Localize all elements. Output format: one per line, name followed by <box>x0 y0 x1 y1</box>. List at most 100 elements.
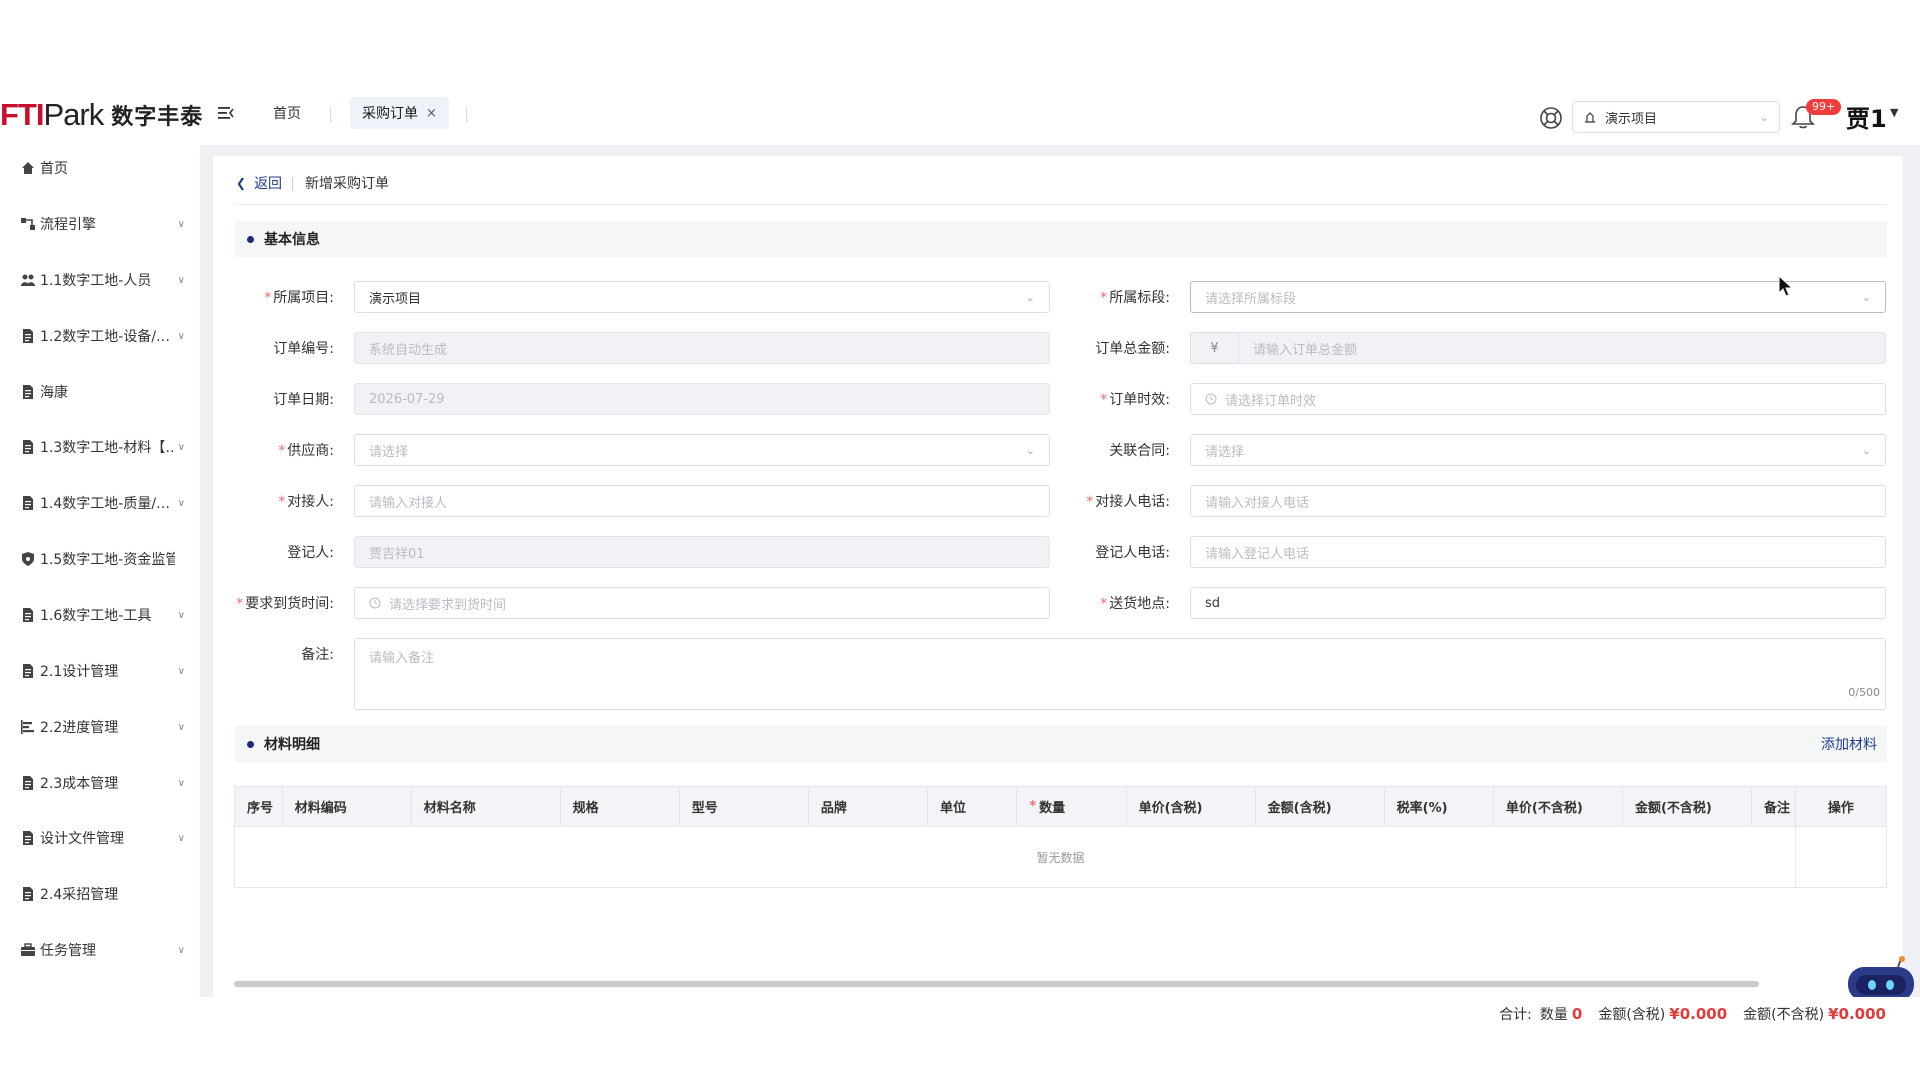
caret-down-icon[interactable]: ▼ <box>1890 106 1898 119</box>
sidebar-item-label: 1.3数字工地-材料【… <box>40 440 175 456</box>
section-title: 基本信息 <box>264 232 320 248</box>
sidebar-item[interactable]: 2.4采招管理 <box>20 882 185 906</box>
table-column-header: 税率(%) <box>1385 787 1494 826</box>
sidebar-item-label: 1.2数字工地-设备/… <box>40 329 171 345</box>
document-icon <box>23 608 33 622</box>
operation-column <box>1795 827 1886 887</box>
table-body: 暂无数据 <box>235 827 1886 887</box>
supplier-select[interactable]: 请选择 ⌄ <box>354 434 1050 466</box>
sidebar-item[interactable]: 流程引擎 ∨ <box>20 212 185 236</box>
contact-phone-input[interactable]: 请输入对接人电话 <box>1190 485 1886 517</box>
order-date-value: 2026-07-29 <box>369 391 445 407</box>
chevron-down-icon: ∨ <box>177 274 185 286</box>
home-icon <box>22 162 34 174</box>
people-icon <box>21 274 35 286</box>
tab-divider <box>466 106 467 122</box>
sidebar-item-label: 1.6数字工地-工具 <box>40 608 152 624</box>
validity-label: * 订单时效: <box>1100 392 1170 408</box>
tab-purchase-order[interactable]: 采购订单 × <box>350 97 449 129</box>
table-column-header: 品牌 <box>809 787 928 826</box>
sidebar-item[interactable]: 1.1数字工地-人员 ∨ <box>20 268 185 292</box>
order-no-field: 系统自动生成 <box>354 332 1050 364</box>
sidebar-item[interactable]: 1.4数字工地-质量/… ∨ <box>20 491 185 515</box>
contact-input[interactable]: 请输入对接人 <box>354 485 1050 517</box>
arrival-time-picker[interactable]: 请选择要求到货时间 <box>354 587 1050 619</box>
registrar-phone-label: 登记人电话: <box>1095 545 1170 561</box>
table-column-header: 单位 <box>928 787 1018 826</box>
table-scrollbar[interactable] <box>234 981 1759 987</box>
project-select-value: 演示项目 <box>1605 111 1658 127</box>
clock-icon <box>1205 393 1217 405</box>
column-label: 数量 <box>1039 801 1066 816</box>
total-amount-field[interactable]: 请输入订单总金额 <box>1238 332 1886 364</box>
column-label: 序号 <box>247 801 274 816</box>
project-field-value: 演示项目 <box>369 291 422 307</box>
supplier-placeholder: 请选择 <box>369 444 409 460</box>
close-icon[interactable]: × <box>426 106 437 121</box>
column-label: 税率(%) <box>1396 801 1448 816</box>
contact-phone-placeholder: 请输入对接人电话 <box>1205 495 1310 511</box>
chevron-left-icon: ❮ <box>236 176 247 190</box>
workflow-icon <box>21 218 35 230</box>
project-icon <box>1585 112 1595 123</box>
document-icon <box>23 496 33 510</box>
help-icon[interactable] <box>1539 106 1563 130</box>
document-icon <box>23 887 33 901</box>
add-material-button[interactable]: 添加材料 <box>1821 734 1877 754</box>
registrar-phone-placeholder: 请输入登记人电话 <box>1205 546 1310 562</box>
document-icon <box>23 776 33 790</box>
user-name[interactable]: 贾1 <box>1846 99 1887 134</box>
back-label: 返回 <box>254 176 283 192</box>
column-label: 金额(不含税) <box>1634 801 1712 816</box>
chevron-down-icon: ∨ <box>177 330 185 342</box>
summary-qty: 0 <box>1571 1005 1583 1023</box>
summary-amount-notax: ¥0.000 <box>1828 1005 1886 1023</box>
tab-divider <box>330 106 331 122</box>
summary-qty-label: 数量 <box>1539 1007 1568 1023</box>
contract-select[interactable]: 请选择 ⌄ <box>1190 434 1886 466</box>
column-label: 单价(不含税) <box>1505 801 1583 816</box>
sidebar-item[interactable]: 任务管理 ∨ <box>20 938 185 962</box>
sidebar-item-label: 2.1设计管理 <box>40 664 119 680</box>
tab-home-label: 首页 <box>273 106 301 122</box>
sidebar-item-label: 2.2进度管理 <box>40 720 119 736</box>
project-select[interactable]: 演示项目 ⌄ <box>1572 101 1780 133</box>
material-table: 序号 材料编码 材料名称 规格 型号 品牌 单位 * 数量 单价(含税) 金额(含税) 税率(%) 单价… <box>234 786 1887 888</box>
table-column-header: 材料编码 <box>283 787 412 826</box>
sidebar-item-label: 海康 <box>40 385 68 401</box>
mouse-cursor-icon <box>1778 274 1794 297</box>
assistant-robot-icon[interactable] <box>1842 955 1920 997</box>
registrar-phone-input[interactable]: 请输入登记人电话 <box>1190 536 1886 568</box>
sidebar-item[interactable]: 2.3成本管理 ∨ <box>20 771 185 795</box>
chevron-down-icon: ⌄ <box>1861 443 1871 457</box>
sidebar-item[interactable]: 1.2数字工地-设备/… ∨ <box>20 324 185 348</box>
gantt-icon <box>21 720 34 734</box>
sidebar-item[interactable]: 1.5数字工地-资金监管 <box>20 547 185 571</box>
remark-textarea[interactable]: 请输入备注 <box>354 638 1886 710</box>
column-label: 单价(含税) <box>1138 801 1203 816</box>
menu-toggle-icon[interactable] <box>216 103 236 123</box>
sidebar-item[interactable]: 2.2进度管理 ∨ <box>20 715 185 739</box>
sidebar: 首页流程引擎 ∨ 1.1数字工地-人员 ∨ 1.2数字工地-设备/… ∨ 海康 1.3数字工地… <box>0 145 200 997</box>
table-column-header: 单价(不含税) <box>1494 787 1623 826</box>
sidebar-item[interactable]: 2.1设计管理 ∨ <box>20 659 185 683</box>
logo-wordmark: FTIPark <box>0 97 104 132</box>
chevron-down-icon: ⌄ <box>1759 110 1769 124</box>
sidebar-item[interactable]: 1.3数字工地-材料【… ∨ <box>20 435 185 459</box>
tab-home[interactable]: 首页 <box>261 97 313 129</box>
project-field[interactable]: 演示项目 ⌄ <box>354 281 1050 313</box>
summary-amount-tax: ¥0.000 <box>1669 1005 1728 1023</box>
delivery-place-input[interactable]: sd <box>1190 587 1886 619</box>
sidebar-item[interactable]: 1.6数字工地-工具 ∨ <box>20 603 185 627</box>
order-no-placeholder: 系统自动生成 <box>369 342 448 358</box>
column-label: 单位 <box>939 801 966 816</box>
back-link[interactable]: ❮ 返回 <box>236 173 282 193</box>
validity-picker[interactable]: 请选择订单时效 <box>1190 383 1886 415</box>
sidebar-item[interactable]: 海康 <box>20 380 185 404</box>
sidebar-item[interactable]: 设计文件管理 ∨ <box>20 826 185 850</box>
order-date-label: 订单日期: <box>273 392 334 408</box>
sidebar-item[interactable]: 首页 <box>20 156 185 180</box>
sidebar-item-label: 1.1数字工地-人员 <box>40 273 152 289</box>
table-column-header: * 数量 <box>1017 787 1127 826</box>
brand-logo[interactable]: FTIPark 数字丰泰 <box>0 97 203 133</box>
